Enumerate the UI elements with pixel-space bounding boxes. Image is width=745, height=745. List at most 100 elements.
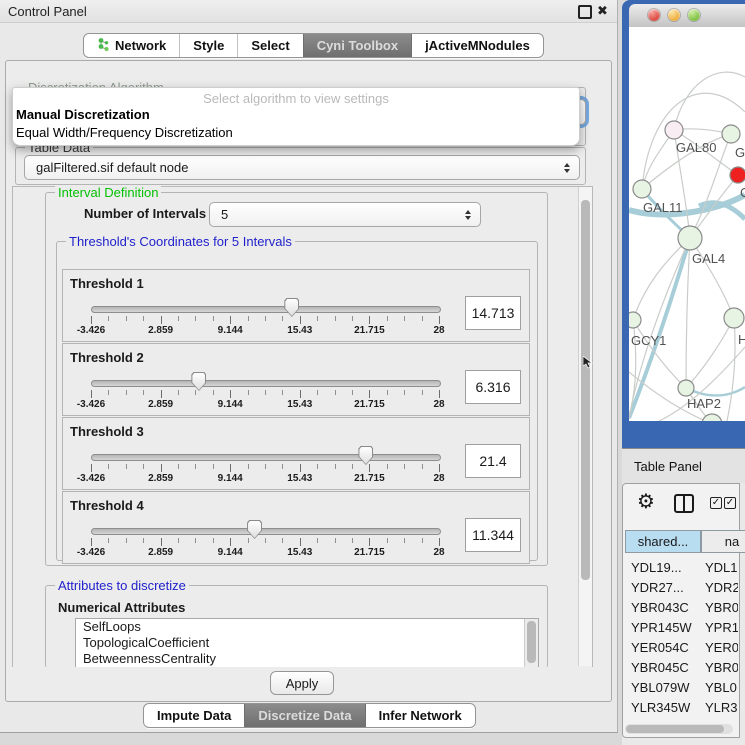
node-label: HAP2 bbox=[687, 396, 721, 411]
slider-track[interactable] bbox=[91, 454, 441, 461]
zoom-traffic-light-icon[interactable] bbox=[688, 9, 700, 21]
dropdown-item-equal-width-frequency-discretization[interactable]: Equal Width/Frequency Discretization bbox=[16, 125, 233, 140]
vertical-scrollbar-thumb[interactable] bbox=[581, 200, 590, 580]
dropdown-item-manual-discretization[interactable]: Manual Discretization bbox=[16, 107, 150, 122]
cell-shared-name: YBL079W bbox=[631, 680, 690, 695]
tab-impute-data[interactable]: Impute Data bbox=[144, 704, 244, 727]
network-node-gal11[interactable] bbox=[633, 180, 651, 198]
tick-label: 15.43 bbox=[278, 473, 322, 484]
table-panel-area: ⚙ ✓ ✓ shared...na YDL19...YDL1YDR27...YD… bbox=[622, 483, 745, 745]
slider-track[interactable] bbox=[91, 306, 441, 313]
tab-style[interactable]: Style bbox=[179, 34, 237, 57]
column-header-shared-[interactable]: shared... bbox=[625, 530, 701, 553]
slider-track[interactable] bbox=[91, 380, 441, 387]
gear-icon[interactable]: ⚙ bbox=[637, 492, 655, 512]
network-node-gal80[interactable] bbox=[665, 121, 683, 139]
select-columns-checkbox-icon[interactable]: ✓ bbox=[710, 497, 722, 509]
table-row[interactable]: YBR043CYBR0 bbox=[622, 597, 738, 617]
table-row[interactable]: YBR045CYBR0 bbox=[622, 657, 738, 677]
tick-mark bbox=[265, 390, 266, 395]
table-data-combobox[interactable]: galFiltered.sif default node bbox=[24, 155, 580, 180]
number-of-intervals-combobox[interactable]: 5 bbox=[209, 202, 481, 227]
tick-mark bbox=[282, 464, 283, 469]
tab-cyni-toolbox[interactable]: Cyni Toolbox bbox=[303, 34, 411, 57]
column-header-na[interactable]: na bbox=[701, 530, 740, 553]
attribute-item-selfloops[interactable]: SelfLoops bbox=[76, 619, 538, 635]
close-icon[interactable]: ✖ bbox=[597, 3, 608, 19]
attribute-item-betweennesscentrality[interactable]: BetweennessCentrality bbox=[76, 651, 538, 667]
threshold-value-field[interactable]: 14.713 bbox=[465, 296, 521, 330]
apply-row: Apply bbox=[6, 667, 609, 700]
network-node-ga[interactable] bbox=[722, 125, 740, 143]
table-row[interactable]: YIL052CYIL0 bbox=[622, 717, 738, 721]
tick-label: 15.43 bbox=[278, 399, 322, 410]
float-window-icon[interactable] bbox=[578, 5, 592, 19]
cell-name: YIL0 bbox=[705, 720, 732, 722]
attributes-list-scrollbar[interactable] bbox=[524, 619, 538, 667]
threshold-value-field[interactable]: 11.344 bbox=[465, 518, 521, 552]
tick-mark bbox=[352, 316, 353, 321]
horizontal-scrollbar-thumb[interactable] bbox=[626, 725, 724, 733]
network-node-h[interactable] bbox=[724, 308, 744, 328]
tick-mark bbox=[126, 390, 127, 395]
tab-select[interactable]: Select bbox=[237, 34, 302, 57]
tab-network[interactable]: Network bbox=[84, 34, 179, 57]
tab-discretize-data[interactable]: Discretize Data bbox=[244, 704, 364, 727]
node-label: GAL80 bbox=[676, 140, 716, 155]
slider-tick-labels: -3.4262.8599.14415.4321.71528 bbox=[91, 325, 440, 337]
minimize-traffic-light-icon[interactable] bbox=[668, 9, 680, 21]
slider-track[interactable] bbox=[91, 528, 441, 535]
select-columns-checkbox-icon[interactable]: ✓ bbox=[724, 497, 736, 509]
slider-thumb[interactable] bbox=[191, 372, 206, 391]
attributes-scrollbar-thumb[interactable] bbox=[527, 621, 536, 663]
table-row[interactable]: YPR145WYPR1 bbox=[622, 617, 738, 637]
tick-label: 2.859 bbox=[139, 399, 183, 410]
network-node-hap2[interactable] bbox=[678, 380, 694, 396]
slider-thumb[interactable] bbox=[358, 446, 373, 465]
tick-mark bbox=[178, 538, 179, 543]
tab-infer-network[interactable]: Infer Network bbox=[365, 704, 475, 727]
tick-mark bbox=[422, 316, 423, 321]
tick-label: -3.426 bbox=[69, 547, 113, 558]
threshold-value-field[interactable]: 6.316 bbox=[465, 370, 521, 404]
network-node-c[interactable] bbox=[730, 167, 745, 183]
table-row[interactable]: YLR345WYLR3 bbox=[622, 697, 738, 717]
tick-mark bbox=[422, 464, 423, 469]
tick-mark bbox=[335, 390, 336, 395]
network-node-gal4[interactable] bbox=[678, 226, 702, 250]
slider-thumb[interactable] bbox=[247, 520, 262, 539]
apply-button[interactable]: Apply bbox=[270, 671, 334, 695]
tick-mark bbox=[230, 538, 231, 546]
close-traffic-light-icon[interactable] bbox=[648, 9, 660, 21]
numerical-attributes-list[interactable]: SelfLoopsTopologicalCoefficientBetweenne… bbox=[75, 618, 539, 668]
cell-name: YBR0 bbox=[705, 660, 738, 675]
tick-label: 21.715 bbox=[347, 399, 391, 410]
tick-label: 2.859 bbox=[139, 473, 183, 484]
tick-label: 28 bbox=[417, 547, 461, 558]
tick-mark bbox=[335, 538, 336, 543]
tick-mark bbox=[91, 464, 92, 472]
network-canvas[interactable]: GAL80GACGAL11GAL4GCY1HHAP2 bbox=[629, 27, 745, 421]
cell-name: YBL0 bbox=[705, 680, 737, 695]
horizontal-scrollbar[interactable] bbox=[625, 724, 733, 734]
threshold-panel: Threshold 3 -3.4262.8599.14415.4321.7152… bbox=[62, 417, 530, 490]
tick-mark bbox=[230, 464, 231, 472]
table-row[interactable]: YER054CYER0 bbox=[622, 637, 738, 657]
vertical-scrollbar[interactable] bbox=[578, 187, 592, 666]
tick-mark bbox=[439, 464, 440, 472]
tick-mark bbox=[369, 316, 370, 324]
tick-mark bbox=[178, 464, 179, 469]
attribute-item-topologicalcoefficient[interactable]: TopologicalCoefficient bbox=[76, 635, 538, 651]
table-row[interactable]: YDL19...YDL1 bbox=[622, 557, 738, 577]
slider-thumb[interactable] bbox=[284, 298, 299, 317]
window-title: Control Panel bbox=[8, 4, 87, 19]
tab-jactivemnodules[interactable]: jActiveMNodules bbox=[411, 34, 543, 57]
threshold-value-field[interactable]: 21.4 bbox=[465, 444, 521, 478]
tick-mark bbox=[195, 316, 196, 321]
network-node-gcy1[interactable] bbox=[629, 312, 641, 328]
table-row[interactable]: YDR27...YDR2 bbox=[622, 577, 738, 597]
table-row[interactable]: YBL079W YBL0 bbox=[622, 677, 738, 697]
tick-mark bbox=[178, 316, 179, 321]
cell-name: YBR0 bbox=[705, 600, 738, 615]
split-columns-icon[interactable] bbox=[674, 494, 694, 513]
